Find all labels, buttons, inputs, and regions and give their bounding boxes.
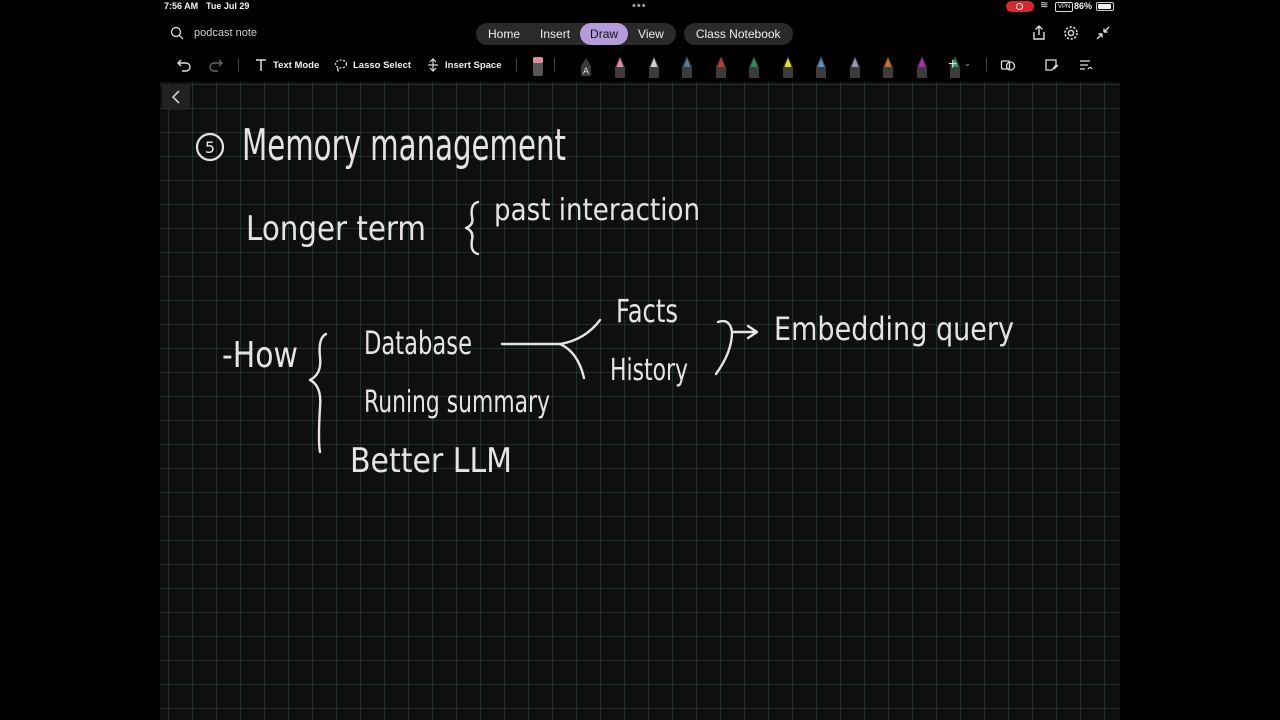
handwritten-ink: 5 Memory management Longer term past int…	[195, 120, 1014, 481]
toolbar-divider	[554, 58, 555, 72]
status-time: 7:56 AM	[164, 1, 199, 11]
text-highlighter-icon[interactable]: A	[578, 54, 594, 78]
ribbon: podcast note Home Insert Draw View Class…	[160, 20, 1120, 48]
insert-space-label: Insert Space	[445, 59, 502, 71]
note-embedding-query: Embedding query	[774, 310, 1014, 348]
search-input[interactable]: podcast note	[194, 27, 257, 39]
multitask-dots-icon[interactable]: •••	[632, 0, 647, 12]
wifi-icon: ≋	[1040, 0, 1049, 11]
tab-group: Home Insert Draw View	[476, 23, 676, 45]
insert-space-button[interactable]: Insert Space	[426, 57, 502, 73]
pen-1-icon[interactable]	[612, 54, 628, 78]
status-date: Tue Jul 29	[206, 1, 250, 11]
tab-home[interactable]: Home	[478, 23, 530, 45]
vpn-badge: VPN	[1055, 2, 1074, 12]
brace-how	[308, 332, 328, 454]
toolbar-divider	[986, 58, 987, 72]
shapes-icon[interactable]	[1000, 57, 1016, 73]
brace-facts-history	[714, 319, 734, 376]
tab-draw[interactable]: Draw	[580, 23, 629, 45]
text-mode-label: Text Mode	[273, 59, 320, 71]
onenote-screen: 7:56 AM Tue Jul 29 ••• ≋ VPN 86% podcast…	[160, 0, 1120, 720]
ribbon-actions	[1030, 24, 1112, 42]
pen-4-icon[interactable]	[713, 54, 729, 78]
undo-icon[interactable]	[176, 57, 192, 73]
battery-percent: 86%	[1074, 1, 1093, 11]
share-icon[interactable]	[1030, 24, 1048, 42]
search-icon[interactable]	[170, 26, 184, 40]
tab-insert[interactable]: Insert	[530, 23, 580, 45]
add-pen-icon[interactable]: +	[948, 56, 957, 74]
lasso-select-label: Lasso Select	[353, 59, 412, 71]
screen-record-icon[interactable]	[1006, 1, 1034, 12]
ink-to-shape-icon[interactable]	[1044, 57, 1060, 73]
chevron-down-icon[interactable]: ⌄	[964, 59, 971, 68]
insert-space-icon	[428, 58, 438, 72]
text-mode-button[interactable]: Text Mode	[254, 57, 319, 73]
status-bar: 7:56 AM Tue Jul 29 ••• ≋ VPN 86%	[160, 0, 1120, 14]
tab-view[interactable]: View	[628, 23, 674, 45]
draw-toolbar: Text Mode Lasso Select Insert Space A + …	[160, 52, 1120, 78]
note-branch-facts: Facts	[616, 292, 678, 330]
collapse-icon[interactable]	[1094, 24, 1112, 42]
arrow-to-history	[558, 342, 586, 380]
pen-2-icon[interactable]	[646, 54, 662, 78]
brace-longer-term	[464, 200, 480, 256]
note-item-better-llm: Better LLM	[350, 441, 512, 481]
lasso-icon	[334, 59, 348, 72]
note-how: -How	[222, 335, 298, 376]
pen-3-icon[interactable]	[679, 54, 695, 78]
gear-icon[interactable]	[1062, 24, 1080, 42]
note-canvas[interactable]: 5 Memory management Longer term past int…	[160, 82, 1120, 720]
note-item-running-summary: Runing summary	[364, 385, 550, 420]
pen-7-icon[interactable]	[813, 54, 829, 78]
lasso-select-button[interactable]: Lasso Select	[334, 57, 411, 73]
note-item-database: Database	[364, 324, 472, 362]
ink-to-text-icon[interactable]	[1078, 57, 1094, 73]
pen-8-icon[interactable]	[847, 54, 863, 78]
note-title: Memory management	[242, 120, 566, 171]
toolbar-divider	[238, 58, 239, 72]
ribbon-tabs: Home Insert Draw View Class Notebook	[476, 23, 793, 45]
note-line-past-interaction: past interaction	[494, 193, 700, 228]
note-branch-history: History	[610, 353, 688, 388]
note-line-longer-term: Longer term	[246, 209, 426, 249]
pen-6-icon[interactable]	[780, 54, 796, 78]
pen-10-icon[interactable]	[914, 54, 930, 78]
text-highlighter-letter: A	[583, 67, 590, 77]
eraser-icon[interactable]	[530, 54, 546, 78]
text-mode-icon	[256, 59, 266, 71]
battery-icon	[1096, 2, 1114, 11]
tab-class-notebook[interactable]: Class Notebook	[683, 23, 793, 45]
pen-9-icon[interactable]	[880, 54, 896, 78]
arrow-to-facts	[500, 318, 602, 346]
redo-icon[interactable]	[208, 57, 224, 73]
arrow-to-embedding	[730, 324, 759, 340]
section-number: 5	[205, 138, 215, 157]
toolbar-divider	[516, 58, 517, 72]
pen-5-icon[interactable]	[746, 54, 762, 78]
